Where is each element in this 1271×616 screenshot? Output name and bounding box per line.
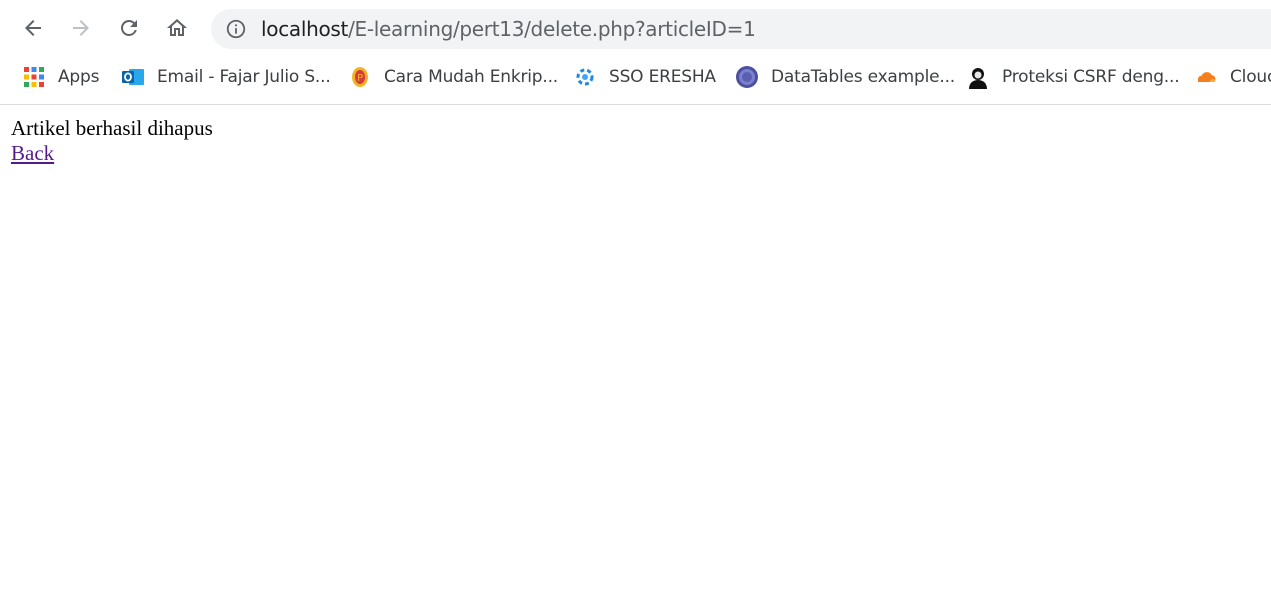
sso-logo-icon bbox=[573, 65, 597, 89]
avatar-favicon-icon bbox=[966, 65, 990, 89]
page-content: Artikel berhasil dihapus Back bbox=[11, 116, 213, 166]
cloudflare-icon bbox=[1194, 65, 1218, 89]
forward-button[interactable] bbox=[63, 10, 99, 46]
reload-button[interactable] bbox=[111, 10, 147, 46]
bookmark-email[interactable]: Email - Fajar Julio S... bbox=[121, 60, 331, 94]
bookmark-label: SSO ERESHA bbox=[609, 67, 716, 87]
outlook-icon bbox=[121, 65, 145, 89]
back-button[interactable] bbox=[15, 10, 51, 46]
home-icon bbox=[167, 19, 187, 36]
bookmark-label: Cara Mudah Enkrip... bbox=[384, 67, 559, 87]
bookmark-datatables[interactable]: DataTables example... bbox=[735, 60, 955, 94]
address-url[interactable]: localhost/E-learning/pert13/delete.php?a… bbox=[261, 17, 756, 41]
bookmark-label: Clouc bbox=[1230, 67, 1271, 87]
url-path: /E-learning/pert13/delete.php?articleID=… bbox=[348, 17, 756, 41]
bookmark-label: Apps bbox=[58, 67, 100, 87]
bookmark-cloudflare[interactable]: Clouc bbox=[1194, 60, 1271, 94]
address-bar[interactable]: localhost/E-learning/pert13/delete.php?a… bbox=[211, 9, 1271, 49]
apps-grid-icon bbox=[22, 65, 46, 89]
bookmarks-bar: Apps Email - Fajar Julio S... P Cara Mud… bbox=[0, 60, 1271, 94]
url-host: localhost bbox=[261, 17, 349, 41]
bookmark-label: DataTables example... bbox=[771, 67, 955, 87]
svg-text:P: P bbox=[357, 73, 363, 84]
bookmark-sso-eresha[interactable]: SSO ERESHA bbox=[573, 60, 716, 94]
info-icon[interactable] bbox=[225, 18, 247, 40]
status-message: Artikel berhasil dihapus bbox=[11, 116, 213, 140]
bookmark-proteksi-csrf[interactable]: Proteksi CSRF deng... bbox=[966, 60, 1180, 94]
bookmark-apps[interactable]: Apps bbox=[22, 60, 99, 94]
reload-icon bbox=[121, 20, 137, 36]
browser-toolbar: localhost/E-learning/pert13/delete.php?a… bbox=[0, 0, 1271, 105]
bookmark-label: Proteksi CSRF deng... bbox=[1002, 67, 1180, 87]
site-favicon-icon: P bbox=[348, 65, 372, 89]
back-link[interactable]: Back bbox=[11, 141, 54, 166]
arrow-left-icon bbox=[25, 20, 41, 36]
datatables-logo-icon bbox=[735, 65, 759, 89]
home-button[interactable] bbox=[159, 10, 195, 46]
arrow-right-icon bbox=[73, 20, 89, 36]
bookmark-cara-mudah[interactable]: P Cara Mudah Enkrip... bbox=[348, 60, 558, 94]
bookmark-label: Email - Fajar Julio S... bbox=[157, 67, 331, 87]
